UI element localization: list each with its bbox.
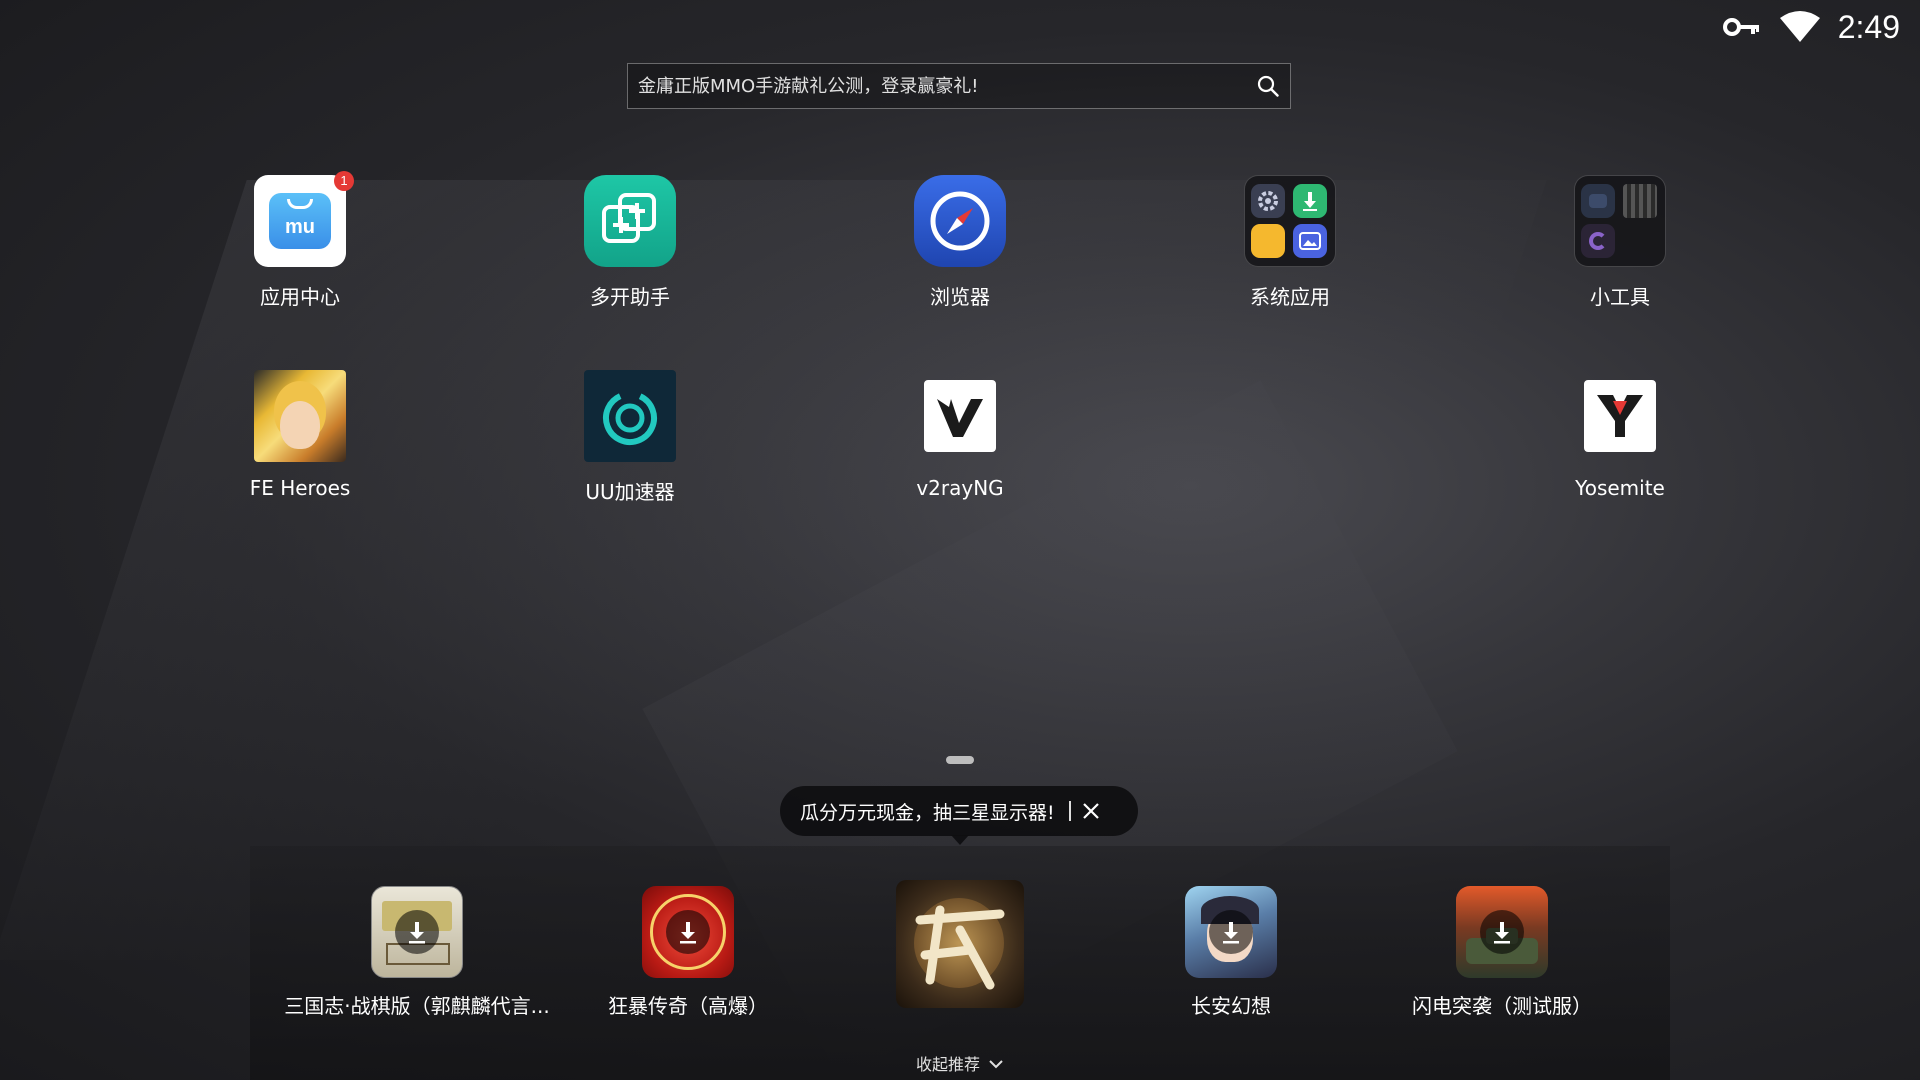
recommended-app-label: 三国志·战棋版（郭麒麟代言...	[284, 994, 550, 1018]
app-center-icon[interactable]: 1 mu	[254, 171, 354, 267]
shandian-tuxi-icon[interactable]	[1456, 886, 1548, 978]
app-system-apps-folder[interactable]: 系统应用	[1200, 175, 1380, 310]
app-label: 系统应用	[1250, 285, 1330, 309]
page-indicator[interactable]	[946, 756, 974, 764]
camera-icon	[1581, 184, 1615, 218]
chevron-down-icon	[988, 1054, 1004, 1073]
app-label: 小工具	[1590, 285, 1650, 309]
multi-open-icon[interactable]	[584, 175, 676, 267]
app-label: UU加速器	[585, 480, 675, 504]
compass-browser-icon[interactable]	[914, 175, 1006, 267]
download-icon	[666, 910, 710, 954]
tool-app-icon	[1581, 224, 1615, 258]
promo-tooltip[interactable]: 瓜分万元现金，抽三星显示器!	[780, 786, 1138, 836]
folder-icon	[1251, 224, 1285, 258]
app-yosemite[interactable]: Yosemite	[1530, 370, 1710, 500]
app-fe-heroes[interactable]: FE Heroes	[210, 370, 390, 500]
clock: 2:49	[1837, 8, 1900, 45]
recommended-app-shandian[interactable]: 闪电突袭（测试服）	[1362, 886, 1642, 1019]
app-label: 应用中心	[260, 285, 340, 309]
uu-accelerator-icon[interactable]	[584, 370, 676, 462]
fe-heroes-icon[interactable]	[254, 370, 346, 462]
recommended-app-label: 长安幻想	[1191, 994, 1271, 1018]
download-icon	[395, 910, 439, 954]
vpn-key-icon	[1722, 7, 1762, 47]
gallery-icon	[1293, 224, 1327, 258]
promo-pointer	[951, 835, 969, 845]
app-label: 多开助手	[590, 285, 670, 309]
collapse-label: 收起推荐	[915, 1055, 980, 1074]
search-bar	[627, 63, 1291, 109]
yosemite-icon[interactable]	[1574, 370, 1666, 462]
download-icon	[1293, 184, 1327, 218]
kuangbao-chuanqi-icon[interactable]	[642, 886, 734, 978]
app-label: 浏览器	[930, 285, 990, 309]
qr-code-icon	[1623, 184, 1657, 218]
search-input[interactable]	[628, 63, 1246, 109]
app-tools-folder[interactable]: 小工具	[1530, 175, 1710, 310]
tools-folder-icon[interactable]	[1574, 175, 1666, 267]
recommended-app-label: 狂暴传奇（高爆）	[608, 994, 768, 1018]
app-label: Yosemite	[1575, 476, 1665, 500]
status-bar: 2:49	[1722, 0, 1920, 54]
notification-badge: 1	[334, 171, 354, 191]
recommended-app-changan[interactable]: 长安幻想	[1091, 886, 1371, 1019]
search-icon[interactable]	[1246, 64, 1290, 108]
app-v2rayng[interactable]: v2rayNG	[870, 370, 1050, 500]
app-multi-open[interactable]: 多开助手	[540, 175, 720, 310]
app-app-center[interactable]: 1 mu 应用中心	[210, 171, 390, 310]
app-label: v2rayNG	[916, 476, 1004, 500]
app-label: FE Heroes	[249, 476, 351, 500]
recommended-app-sanguozhi[interactable]: 三国志·战棋版（郭麒麟代言...	[277, 886, 557, 1019]
app-browser[interactable]: 浏览器	[870, 175, 1050, 310]
sanguozhi-game-icon[interactable]	[371, 886, 463, 978]
wifi-icon	[1779, 7, 1820, 47]
v2rayng-icon[interactable]	[914, 370, 1006, 462]
recommended-app-tianlong[interactable]	[820, 880, 1100, 1008]
recommended-app-kuangbao[interactable]: 狂暴传奇（高爆）	[548, 886, 828, 1019]
recommended-app-label: 闪电突袭（测试服）	[1412, 994, 1592, 1018]
tianlong-game-icon[interactable]	[896, 880, 1024, 1008]
collapse-recommendations-button[interactable]: 收起推荐	[900, 1050, 1020, 1076]
close-icon[interactable]	[1071, 791, 1111, 831]
promo-text: 瓜分万元现金，抽三星显示器!	[800, 801, 1055, 824]
app-uu-accelerator[interactable]: UU加速器	[540, 370, 720, 505]
system-apps-folder-icon[interactable]	[1244, 175, 1336, 267]
settings-icon	[1251, 184, 1285, 218]
changan-huanxiang-icon[interactable]	[1185, 886, 1277, 978]
download-icon	[1480, 910, 1524, 954]
download-icon	[1209, 910, 1253, 954]
